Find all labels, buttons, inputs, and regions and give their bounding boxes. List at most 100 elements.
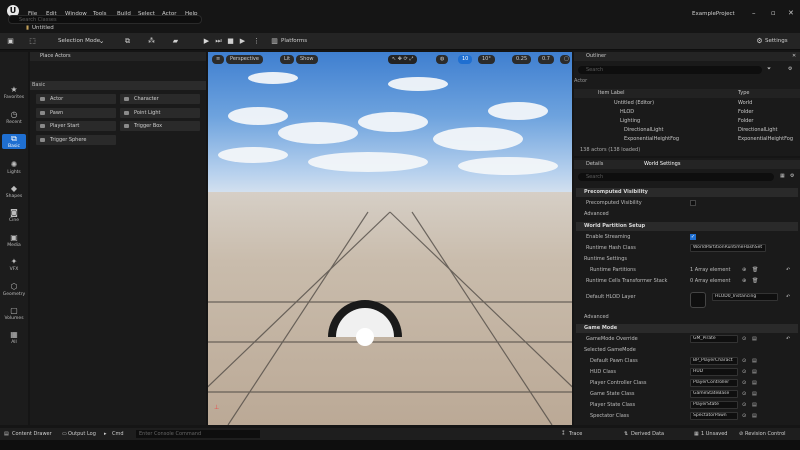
section-world-partition[interactable]: World Partition Setup xyxy=(576,222,798,231)
reset-icon[interactable]: ↶ xyxy=(786,334,790,345)
rotation-snap-value[interactable]: 10° xyxy=(478,55,495,64)
actor-item-player-start[interactable]: Player Start xyxy=(36,121,116,131)
blueprint-icon[interactable]: ⁂ xyxy=(147,37,156,46)
actor-item-point-light[interactable]: Point Light xyxy=(120,108,200,118)
folder-icon[interactable]: ▤ xyxy=(752,400,757,411)
add-icon[interactable]: ⊕ xyxy=(742,265,746,276)
launch-icon[interactable]: ▶ xyxy=(238,37,247,46)
content-drawer-button[interactable]: Content Drawer xyxy=(12,431,52,437)
section-game-mode[interactable]: Game Mode xyxy=(576,324,798,333)
gamemode-override-dropdown[interactable]: GM_Pirate xyxy=(690,335,738,343)
settings-button[interactable]: Settings xyxy=(765,38,788,44)
content-icon[interactable]: ⧉ xyxy=(123,37,132,46)
level-viewport[interactable]: ≡ Perspective Lit Show ↖ ✥ ⟳ ⤢ ◍ 10 10° … xyxy=(208,52,572,425)
section-precomputed-visibility[interactable]: Precomputed Visibility xyxy=(576,188,798,197)
player-controller-dropdown[interactable]: PlayerController xyxy=(690,379,738,387)
outliner-row[interactable]: HLOD Folder xyxy=(574,108,800,117)
spectator-dropdown[interactable]: SpectatorPawn xyxy=(690,412,738,420)
close-icon[interactable]: ✕ xyxy=(788,9,794,17)
game-state-dropdown[interactable]: GameStateBase xyxy=(690,390,738,398)
reset-icon[interactable]: ↶ xyxy=(786,265,790,276)
actor-item-trigger-box[interactable]: Trigger Box xyxy=(120,121,200,131)
stop-icon[interactable]: ■ xyxy=(226,37,235,46)
outliner-row[interactable]: ExponentialHeightFog ExponentialHeightFog xyxy=(574,135,800,144)
rail-item-cine[interactable]: ◙ Cine xyxy=(0,208,28,223)
more-icon[interactable]: ⋮ xyxy=(252,37,261,46)
browse-icon[interactable]: ⊙ xyxy=(742,367,746,378)
actor-item-trigger-sphere[interactable]: Trigger Sphere xyxy=(36,135,116,145)
rail-item-volumes[interactable]: ▢ Volumes xyxy=(0,306,28,321)
row-runtime-partitions[interactable]: Runtime Partitions 1 Array element ⊕ 🗑 ↶ xyxy=(576,265,798,276)
browse-icon[interactable]: ⊙ xyxy=(742,356,746,367)
checkbox[interactable] xyxy=(690,200,696,206)
mode-select-icon[interactable]: ⬚ xyxy=(28,37,37,46)
rail-item-media[interactable]: ▣ Media xyxy=(0,233,28,248)
gear-icon[interactable]: ⚙ xyxy=(755,37,764,46)
world-local-icon[interactable]: ◍ xyxy=(436,55,449,64)
outliner-search-input[interactable]: Search xyxy=(578,66,762,74)
browse-icon[interactable]: ⊙ xyxy=(742,400,746,411)
actor-item-pawn[interactable]: Pawn xyxy=(36,108,116,118)
platforms-button[interactable]: Platforms xyxy=(281,38,307,44)
rail-item-recent[interactable]: ◷ Recent xyxy=(0,110,28,125)
folder-icon[interactable]: ▤ xyxy=(752,367,757,378)
grid-icon[interactable]: ▦ xyxy=(780,172,785,181)
browse-icon[interactable]: ⊙ xyxy=(742,378,746,389)
output-log-button[interactable]: Output Log xyxy=(68,431,96,437)
player-state-dropdown[interactable]: PlayerState xyxy=(690,401,738,409)
minimize-icon[interactable]: – xyxy=(752,9,756,17)
row-selected-gamemode[interactable]: Selected GameMode xyxy=(576,345,798,356)
tab-world-settings[interactable]: World Settings xyxy=(644,160,680,169)
details-search-input[interactable]: Search xyxy=(578,173,774,181)
cinematics-icon[interactable]: ▰ xyxy=(171,37,180,46)
actor-item-actor[interactable]: Actor xyxy=(36,94,116,104)
folder-icon[interactable]: ▤ xyxy=(752,356,757,367)
runtime-hash-dropdown[interactable]: WorldPartitionRuntimeHashSet xyxy=(690,244,766,252)
rail-item-favorites[interactable]: ★ Favorites xyxy=(0,85,28,100)
unsaved-button[interactable]: 1 Unsaved xyxy=(701,431,727,437)
console-input[interactable]: Enter Console Command xyxy=(136,430,260,438)
row-advanced[interactable]: Advanced xyxy=(576,209,798,220)
folder-icon[interactable]: ▤ xyxy=(752,411,757,422)
rail-item-lights[interactable]: ✺ Lights xyxy=(0,160,28,175)
gear-icon[interactable]: ⚙ xyxy=(788,65,792,74)
rail-item-basic[interactable]: ⧉ Basic xyxy=(2,134,26,149)
trash-icon[interactable]: 🗑 xyxy=(752,265,758,276)
close-icon[interactable]: ✕ xyxy=(792,52,796,61)
rail-item-shapes[interactable]: ◆ Shapes xyxy=(0,184,28,199)
lit-button[interactable]: Lit xyxy=(280,55,295,64)
rail-item-vfx[interactable]: ✦ VFX xyxy=(0,257,28,272)
revision-control-button[interactable]: Revision Control xyxy=(745,431,786,437)
add-icon[interactable]: ⊕ xyxy=(742,276,746,287)
scale-snap-value[interactable]: 0.25 xyxy=(512,55,532,64)
trace-button[interactable]: Trace xyxy=(569,431,582,437)
platforms-icon[interactable]: ▥ xyxy=(270,37,279,46)
place-search-input[interactable]: Search Classes xyxy=(8,15,202,24)
outliner-row[interactable]: Lighting Folder xyxy=(574,117,800,126)
rail-item-geometry[interactable]: ⬡ Geometry xyxy=(0,282,28,297)
row-advanced[interactable]: Advanced xyxy=(576,312,798,323)
checkbox-checked[interactable]: ✓ xyxy=(690,234,696,240)
gear-icon[interactable]: ⚙ xyxy=(790,172,794,181)
derived-data-button[interactable]: Derived Data xyxy=(631,431,664,437)
filter-icon[interactable]: ⏷ xyxy=(767,65,771,74)
hud-dropdown[interactable]: HUD xyxy=(690,368,738,376)
folder-icon[interactable]: ▤ xyxy=(752,389,757,400)
outliner-row[interactable]: Untitled (Editor) World xyxy=(574,99,800,108)
reset-icon[interactable]: ↶ xyxy=(786,292,790,303)
camera-speed-value[interactable]: 0.7 xyxy=(538,55,554,64)
grid-snap-value[interactable]: 10 xyxy=(458,55,473,64)
play-icon[interactable]: ▶ xyxy=(202,37,211,46)
tab-details[interactable]: Details xyxy=(586,160,603,169)
perspective-button[interactable]: Perspective xyxy=(226,55,263,64)
save-icon[interactable]: ▣ xyxy=(6,37,15,46)
trash-icon[interactable]: 🗑 xyxy=(752,276,758,287)
default-hlod-dropdown[interactable]: HLOD0_Instancing xyxy=(712,293,778,301)
actor-item-character[interactable]: Character xyxy=(120,94,200,104)
maximize-icon[interactable]: ▫ xyxy=(771,9,776,17)
maximize-viewport-icon[interactable]: ▢ xyxy=(560,55,570,64)
rail-item-all[interactable]: ▦ All xyxy=(0,330,28,345)
col-type[interactable]: Type xyxy=(738,89,749,98)
browse-icon[interactable]: ⊙ xyxy=(742,411,746,422)
show-button[interactable]: Show xyxy=(296,55,318,64)
